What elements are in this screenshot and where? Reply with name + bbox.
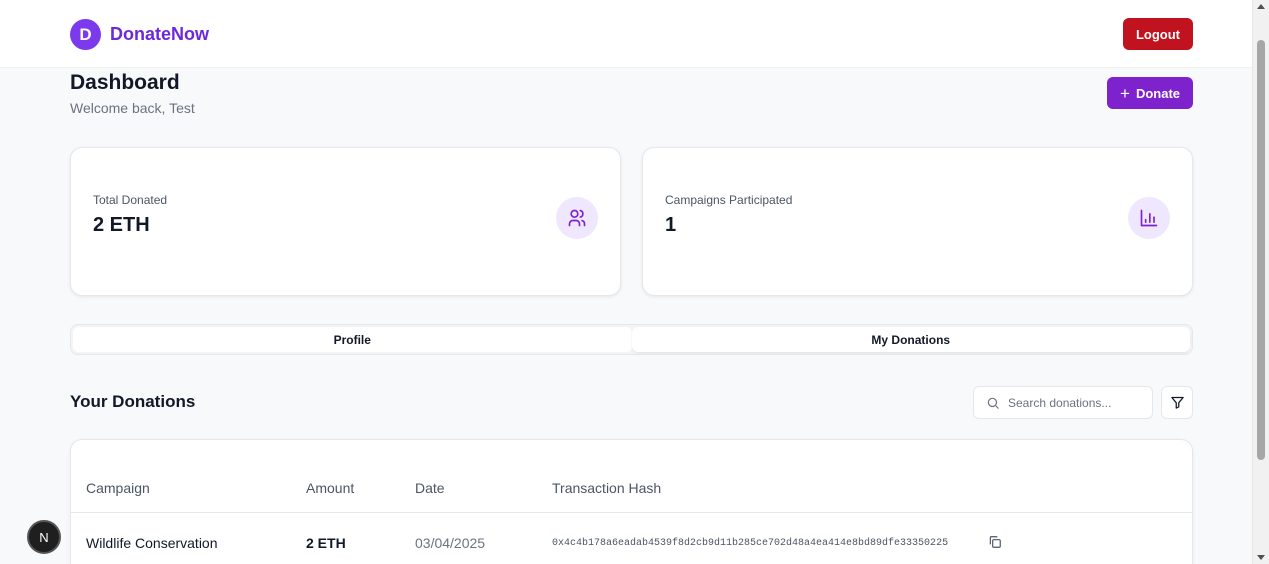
stat-label: Campaigns Participated	[665, 193, 793, 207]
stat-card-total-donated: Total Donated 2 ETH	[70, 147, 621, 296]
scroll-up-arrow-icon[interactable]	[1257, 4, 1265, 9]
filter-icon	[1170, 396, 1184, 409]
stat-value: 2 ETH	[93, 214, 150, 236]
page-title: Dashboard	[70, 71, 180, 94]
search-icon	[987, 397, 999, 409]
brand[interactable]: D DonateNow	[70, 19, 209, 50]
stat-label: Total Donated	[93, 193, 168, 207]
donate-button[interactable]: + Donate	[1107, 77, 1193, 109]
plus-icon: +	[1120, 83, 1130, 103]
top-navbar: D DonateNow Logout	[0, 0, 1252, 68]
scrollbar[interactable]	[1252, 0, 1269, 564]
donate-button-label: Donate	[1135, 85, 1180, 101]
table-divider	[71, 512, 1192, 513]
filter-button[interactable]	[1161, 386, 1193, 419]
copy-icon[interactable]	[988, 535, 1002, 549]
stat-card-campaigns: Campaigns Participated 1	[642, 147, 1193, 296]
cell-transaction-hash[interactable]: 0x4c4b178a6eadab4539f8d2cb9d11b285ce702d…	[552, 538, 948, 549]
column-header: Amount	[306, 480, 355, 496]
scroll-down-arrow-icon[interactable]	[1257, 555, 1265, 560]
search-input[interactable]	[1008, 395, 1138, 410]
cell-campaign: Wildlife Conservation	[86, 535, 218, 551]
search-field[interactable]	[973, 386, 1153, 419]
brand-logo: D	[70, 19, 101, 50]
brand-name: DonateNow	[110, 24, 209, 44]
column-header: Transaction Hash	[552, 480, 662, 496]
tab-list: Profile My Donations	[70, 324, 1193, 355]
logout-button[interactable]: Logout	[1123, 18, 1193, 50]
column-header: Date	[415, 480, 445, 496]
dev-tools-badge[interactable]: N	[27, 520, 61, 554]
scroll-thumb[interactable]	[1257, 40, 1265, 460]
stat-value: 1	[665, 214, 677, 236]
cell-date: 03/04/2025	[415, 535, 486, 551]
column-header: Campaign	[86, 480, 150, 496]
tab-my-donations[interactable]: My Donations	[631, 327, 1190, 352]
cell-amount: 2 ETH	[306, 535, 346, 551]
section-title: Your Donations	[70, 392, 196, 411]
users-icon	[556, 197, 598, 239]
donations-table: Campaign Amount Date Transaction Hash Wi…	[70, 439, 1193, 564]
tab-profile[interactable]: Profile	[73, 327, 632, 352]
welcome-text: Welcome back, Test	[70, 100, 195, 116]
bar-chart-icon	[1128, 197, 1170, 239]
